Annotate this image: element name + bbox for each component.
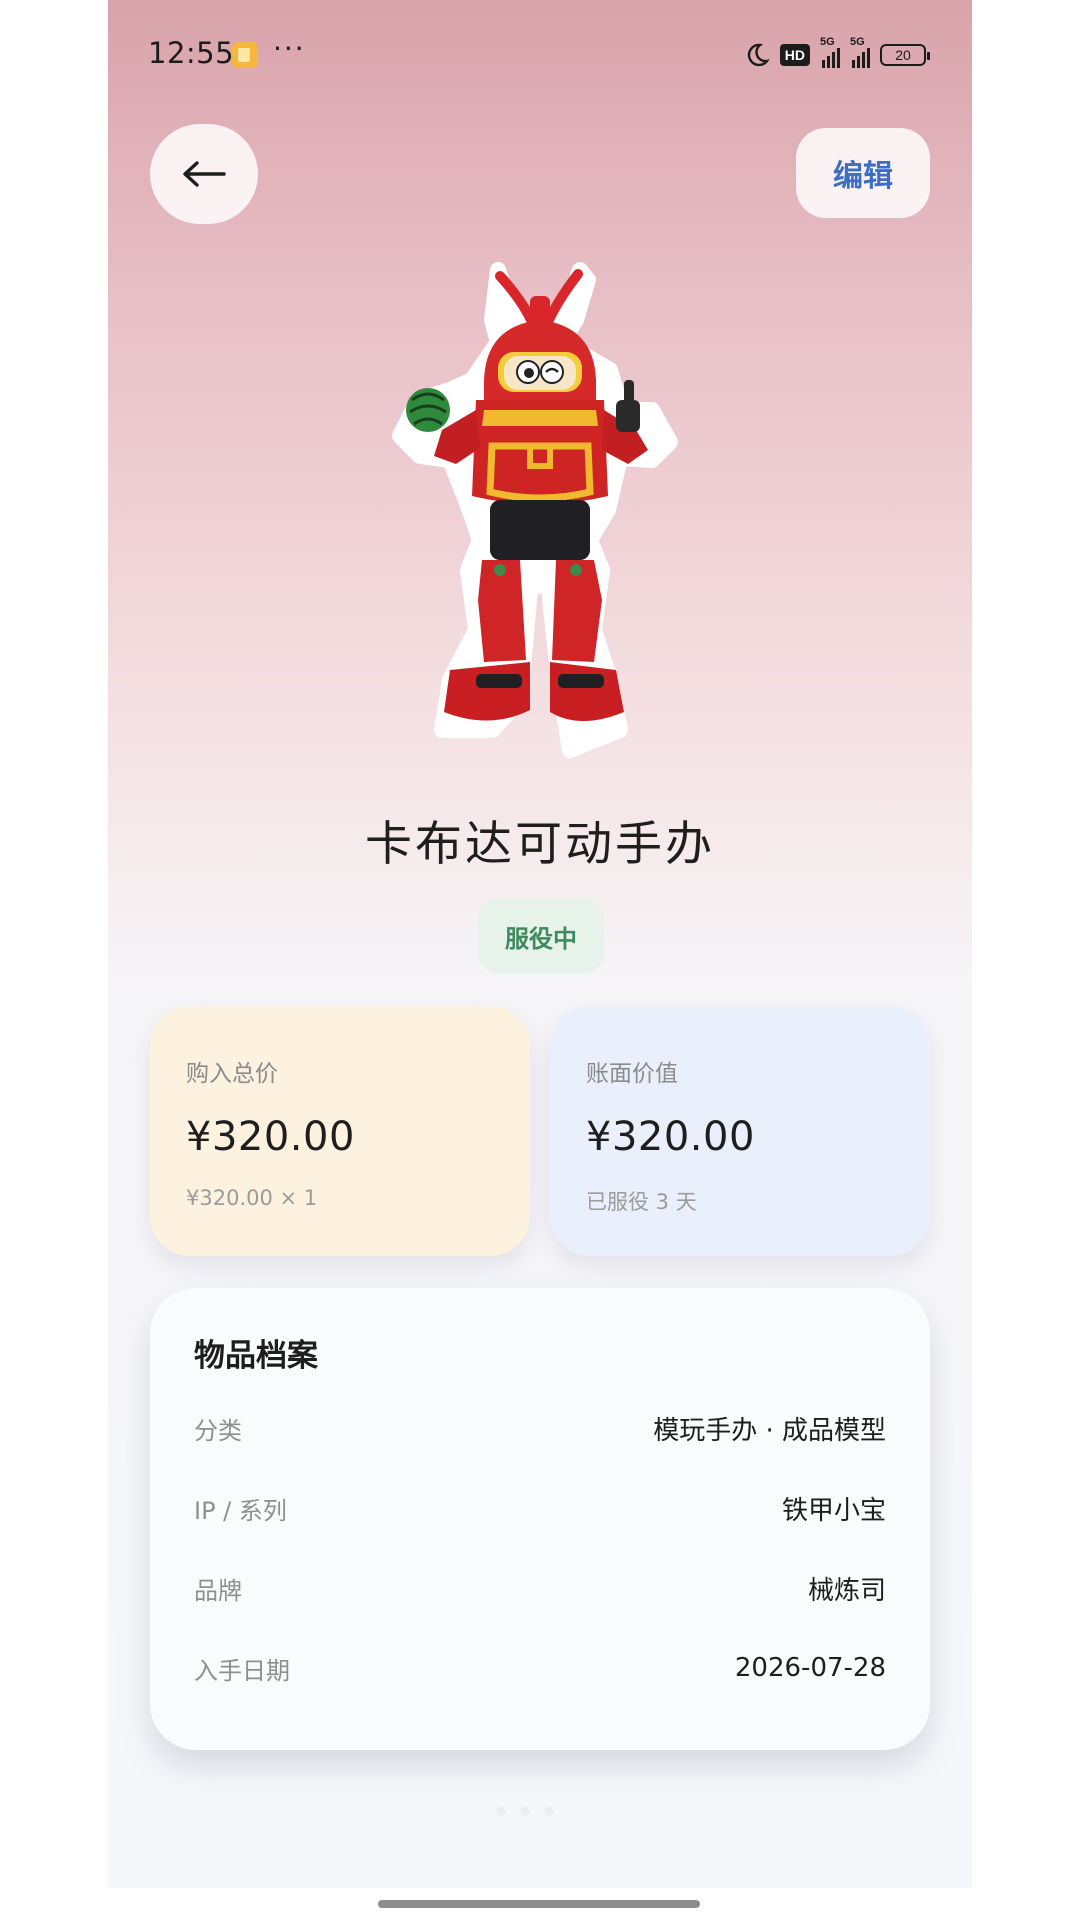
page-indicator	[496, 1806, 554, 1816]
purchase-price-label: 购入总价	[186, 1061, 278, 1087]
book-value-label: 账面价值	[586, 1061, 678, 1087]
home-indicator[interactable]	[378, 1900, 700, 1908]
book-value-card: 账面价值 ¥320.00 已服役 3 天	[550, 1006, 930, 1256]
archive-value: 2026-07-28	[734, 1653, 886, 1683]
product-image	[392, 262, 678, 758]
notification-app-icon	[232, 42, 258, 68]
archive-row-date: 入手日期 2026-07-28	[194, 1648, 886, 1688]
archive-key: 分类	[194, 1416, 242, 1445]
archive-title: 物品档案	[194, 1338, 318, 1374]
signal-icon: 5G	[850, 36, 870, 68]
archive-value: 铁甲小宝	[781, 1495, 886, 1526]
archive-key: 品牌	[194, 1576, 242, 1605]
archive-row-category: 分类 模玩手办 · 成品模型	[194, 1408, 886, 1448]
hd-icon: HD	[779, 44, 810, 66]
status-time: 12:55	[148, 36, 235, 70]
battery-icon: 20	[880, 44, 930, 66]
archive-row-series: IP / 系列 铁甲小宝	[194, 1488, 886, 1528]
status-indicators: HD 5G 5G 20	[744, 36, 930, 72]
network-type-label: 5G	[820, 36, 835, 48]
item-archive-card: 物品档案 分类 模玩手办 · 成品模型 IP / 系列 铁甲小宝 品牌 械炼司 …	[150, 1288, 930, 1750]
signal-icon: 5G	[820, 36, 840, 68]
status-badge: 服役中	[478, 898, 604, 974]
status-bar: 12:55 ··· HD 5G 5G 20	[108, 0, 972, 110]
product-title: 卡布达可动手办	[365, 817, 715, 872]
more-notifications-icon: ···	[273, 32, 306, 65]
archive-row-brand: 品牌 械炼司	[194, 1568, 886, 1608]
book-value-amount: ¥320.00	[586, 1114, 755, 1160]
archive-key: 入手日期	[194, 1656, 290, 1685]
purchase-price-value: ¥320.00	[186, 1114, 355, 1160]
edit-button[interactable]: 编辑	[796, 128, 930, 218]
archive-value: 械炼司	[807, 1575, 886, 1606]
purchase-price-card: 购入总价 ¥320.00 ¥320.00 × 1	[150, 1006, 530, 1256]
phone-screen: 12:55 ··· HD 5G 5G 20 编辑 卡布达可动手办 服役中 购入总…	[108, 0, 972, 1888]
purchase-price-detail: ¥320.00 × 1	[186, 1186, 318, 1210]
back-button[interactable]	[150, 124, 258, 224]
archive-key: IP / 系列	[194, 1496, 287, 1525]
archive-value: 模玩手办 · 成品模型	[653, 1415, 886, 1446]
service-duration: 已服役 3 天	[586, 1190, 697, 1214]
arrow-left-icon	[183, 161, 226, 187]
network-type-label: 5G	[850, 36, 865, 48]
moon-icon	[747, 43, 770, 67]
